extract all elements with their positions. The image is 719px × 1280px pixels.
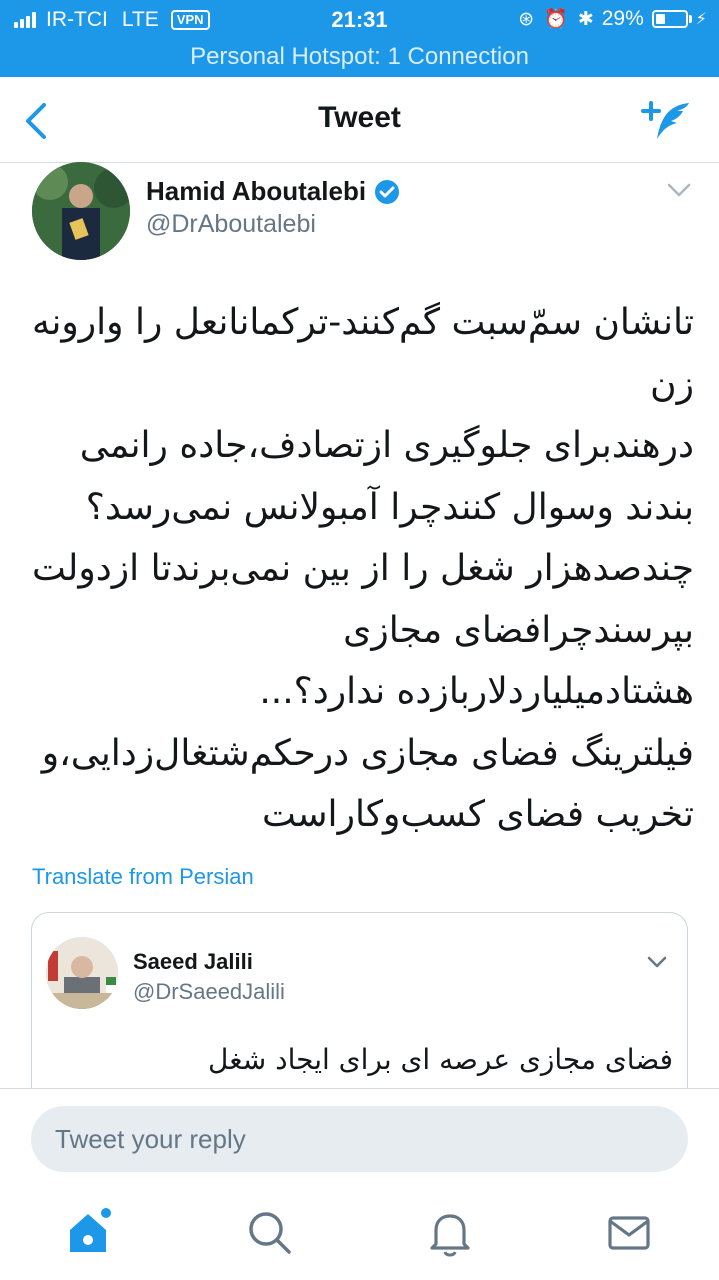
hotspot-banner[interactable]: Personal Hotspot: 1 Connection: [0, 40, 719, 77]
tweet-text-line: زن: [650, 363, 694, 405]
quoted-options-chevron-icon[interactable]: [647, 955, 667, 969]
author-handle[interactable]: @DrAboutalebi: [146, 210, 316, 239]
quoted-author-avatar[interactable]: [46, 937, 118, 1009]
search-icon[interactable]: [241, 1204, 297, 1260]
quoted-tweet-text: فضای مجازی عرصه ای برای ایجاد شغل: [208, 1043, 673, 1076]
author-name-text: Hamid Aboutalebi: [146, 176, 367, 206]
home-icon[interactable]: [62, 1204, 118, 1260]
translate-link[interactable]: Translate from Persian: [32, 864, 254, 890]
page-title: Tweet: [318, 101, 401, 134]
status-right: ⊛ ⏰ ✱ 29% ⚡: [508, 7, 707, 31]
rotation-lock-icon: ⊛: [518, 8, 535, 30]
reply-input[interactable]: [31, 1106, 688, 1172]
quoted-avatar-image: [46, 937, 118, 1009]
alarm-icon: ⏰: [544, 9, 568, 30]
tweet-text-line: بندند وسوال کنندچرا آمبولانس نمی‌رسد؟: [85, 486, 694, 528]
tweet-text-line: تخریب فضای کسب‌وکاراست: [262, 794, 694, 835]
tweet-text-line: بپرسندچرافضای مجازی: [343, 609, 694, 651]
author-avatar-image: [32, 162, 130, 260]
tweet-text-line: درهندبرای جلوگیری ازتصادف،جاده رانمی: [79, 425, 694, 466]
tweet-options-chevron-icon[interactable]: [667, 182, 691, 198]
tweet-text-line: هشتادمیلیاردلاربازده ندارد؟...: [259, 671, 694, 712]
reply-bar: [0, 1088, 719, 1190]
tweet-text-line: فیلترینگ فضای مجازی درحکم‌شتغال‌زدایی،و: [41, 732, 694, 774]
tweet-text-line: چندصدهزار شغل را از بین نمی‌برندتا ازدول…: [32, 548, 694, 589]
compose-tweet-icon[interactable]: [641, 99, 693, 143]
tweet-text: تانشان سمّ‌سبت گم‌کنند-ترکمانانعل را وار…: [30, 292, 694, 846]
messages-icon[interactable]: [601, 1204, 657, 1260]
notifications-icon[interactable]: [422, 1204, 478, 1260]
charging-icon: ⚡: [695, 11, 707, 28]
battery-icon: [651, 10, 688, 28]
author-name[interactable]: Hamid Aboutalebi: [146, 176, 400, 207]
quoted-author-handle: @DrSaeedJalili: [133, 979, 285, 1004]
verified-badge-icon: [375, 179, 400, 204]
battery-percent: 29%: [601, 7, 644, 30]
nav-bar: Tweet: [0, 77, 719, 163]
status-bar: IR-TCI LTE VPN 21:31 ⊛ ⏰ ✱ 29% ⚡: [0, 0, 719, 40]
quoted-author-name: Saeed Jalili: [133, 949, 253, 974]
author-avatar[interactable]: [32, 162, 130, 260]
bluetooth-icon: ✱: [577, 8, 594, 30]
tweet-text-line: تانشان سمّ‌سبت گم‌کنند-ترکمانانعل را وار…: [32, 302, 694, 343]
tab-bar: [0, 1190, 719, 1280]
